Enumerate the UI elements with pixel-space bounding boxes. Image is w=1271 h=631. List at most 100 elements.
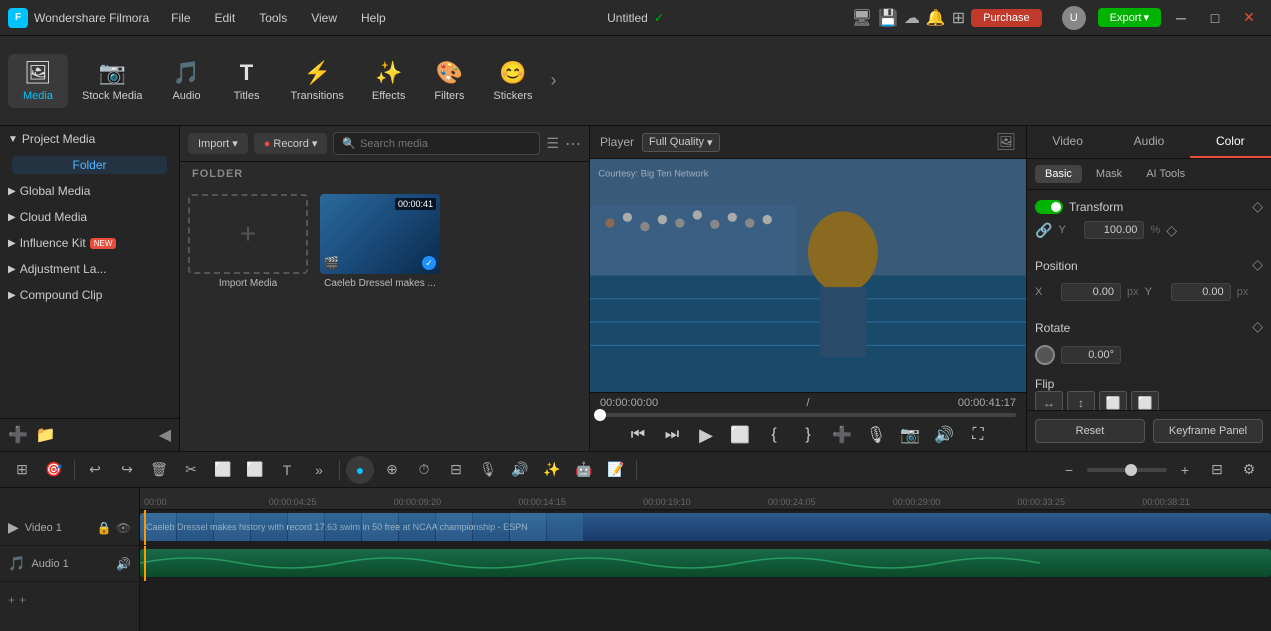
rotate-dial[interactable] (1035, 345, 1055, 365)
cloud-icon[interactable]: ☁ (904, 8, 920, 28)
toolbar-filters[interactable]: 🎨 Filters (419, 54, 479, 108)
zoom-thumb[interactable] (1125, 464, 1137, 476)
preview-progress-thumb[interactable] (594, 409, 606, 421)
audio-button[interactable]: 🔊 (932, 423, 956, 447)
folder-icon[interactable]: 📁 (36, 425, 56, 445)
maximize-button[interactable]: □ (1201, 8, 1229, 28)
minimize-button[interactable]: ─ (1167, 8, 1195, 28)
global-media-section[interactable]: ▶ Global Media (0, 178, 179, 204)
zoom-out-button[interactable]: − (1055, 456, 1083, 484)
adjustment-layers-section[interactable]: ▶ Adjustment La... (0, 256, 179, 282)
toolbar-media[interactable]: 🖼 Media (8, 54, 68, 108)
grid-icon[interactable]: ⊞ (952, 8, 965, 28)
pos-y-value[interactable]: 0.00 (1171, 283, 1231, 301)
tab-audio[interactable]: Audio (1108, 126, 1189, 158)
position-keyframe-icon[interactable]: ◇ (1252, 256, 1263, 273)
toolbar-more-button[interactable]: › (546, 70, 560, 91)
flip-vertical-button[interactable]: ↕ (1067, 391, 1095, 410)
filter-icon[interactable]: ☰ (546, 135, 559, 152)
reset-button[interactable]: Reset (1035, 419, 1145, 443)
caption-button[interactable]: 📝 (602, 456, 630, 484)
voiceover-button[interactable]: 🎙 (864, 423, 888, 447)
audio-timeline-button[interactable]: 🔊 (506, 456, 534, 484)
record-timeline-button[interactable]: 🎙 (474, 456, 502, 484)
out-point-button[interactable]: } (796, 423, 820, 447)
import-placeholder[interactable]: + (188, 194, 308, 274)
toolbar-stickers[interactable]: 😊 Stickers (479, 54, 546, 108)
preview-image-icon[interactable]: 🖼 (996, 132, 1016, 152)
timeline-snap-button[interactable]: ⊞ (8, 456, 36, 484)
compound-clip-section[interactable]: ▶ Compound Clip (0, 282, 179, 308)
transform-keyframe-icon[interactable]: ◇ (1252, 198, 1263, 215)
undo-button[interactable]: ↩ (81, 456, 109, 484)
search-box[interactable]: 🔍 (333, 132, 540, 155)
add-video-track-button[interactable]: + (8, 593, 15, 607)
toolbar-audio[interactable]: 🎵 Audio (157, 54, 217, 108)
redo-button[interactable]: ↪ (113, 456, 141, 484)
snapshot-button[interactable]: 📷 (898, 423, 922, 447)
import-button[interactable]: Import ▾ (188, 133, 248, 154)
influence-kit-section[interactable]: ▶ Influence Kit NEW (0, 230, 179, 256)
y-keyframe-icon[interactable]: ◇ (1166, 222, 1177, 239)
tab-color[interactable]: Color (1190, 126, 1271, 158)
menu-file[interactable]: File (165, 9, 196, 27)
speed-button[interactable]: ⏱ (410, 456, 438, 484)
toolbar-stock-media[interactable]: 📷 Stock Media (68, 54, 157, 108)
more-timeline-button[interactable]: » (305, 456, 333, 484)
audio1-track-row[interactable] (140, 546, 1271, 582)
flip-horizontal-button[interactable]: ↔ (1035, 391, 1063, 410)
crop-button[interactable]: ⬜ (728, 423, 752, 447)
pos-x-value[interactable]: 0.00 (1061, 283, 1121, 301)
menu-edit[interactable]: Edit (209, 9, 242, 27)
rotate-keyframe-icon[interactable]: ◇ (1252, 318, 1263, 335)
toolbar-effects[interactable]: ✨ Effects (358, 54, 419, 108)
video-thumbnail[interactable]: 00:00:41 ✓ 🎬 (320, 194, 440, 274)
layout-button[interactable]: ⊟ (1203, 456, 1231, 484)
delete-button[interactable]: 🗑 (145, 456, 173, 484)
notification-icon[interactable]: 🖥 (852, 8, 872, 28)
crop-timeline-button[interactable]: ⬜ (209, 456, 237, 484)
monitor-icon[interactable]: 💾 (878, 8, 898, 28)
flip-option4-button[interactable]: ⬜ (1131, 391, 1159, 410)
video1-lock-icon[interactable]: 🔒 (97, 521, 112, 535)
collapse-panel-icon[interactable]: ◀ (159, 425, 171, 445)
cloud-media-section[interactable]: ▶ Cloud Media (0, 204, 179, 230)
zoom-slider[interactable] (1087, 468, 1167, 472)
subtab-mask[interactable]: Mask (1086, 165, 1132, 183)
add-folder-icon[interactable]: ➕ (8, 425, 28, 445)
preview-progress-bar[interactable] (600, 413, 1016, 417)
ai-effect-button[interactable]: 🤖 (570, 456, 598, 484)
play-button[interactable]: ▶ (694, 423, 718, 447)
video-media-item[interactable]: 00:00:41 ✓ 🎬 Caeleb Dressel makes ... (320, 194, 440, 443)
flip-option3-button[interactable]: ⬜ (1099, 391, 1127, 410)
video1-track-row[interactable]: Caeleb Dressel makes history with record… (140, 510, 1271, 546)
smart-cutout-button[interactable]: ● (346, 456, 374, 484)
add-audio-track-button[interactable]: + (19, 593, 26, 607)
transform-toggle[interactable] (1035, 200, 1063, 214)
settings-timeline-button[interactable]: ⚙ (1235, 456, 1263, 484)
text-button[interactable]: T (273, 456, 301, 484)
menu-tools[interactable]: Tools (253, 9, 293, 27)
timeline-target-button[interactable]: 🎯 (40, 456, 68, 484)
transform-timeline-button[interactable]: ⬜ (241, 456, 269, 484)
fullscreen-button[interactable]: ⛶ (966, 423, 990, 447)
project-media-section[interactable]: ▼ Project Media (0, 126, 179, 152)
search-input[interactable] (360, 138, 531, 150)
in-point-button[interactable]: { (762, 423, 786, 447)
subtab-ai-tools[interactable]: AI Tools (1136, 165, 1195, 183)
y-value[interactable]: 100.00 (1084, 221, 1144, 239)
video1-eye-icon[interactable]: 👁 (116, 521, 131, 535)
step-back-button[interactable]: ⏭ (660, 423, 684, 447)
skip-back-button[interactable]: ⏮ (626, 423, 650, 447)
toolbar-transitions[interactable]: ⚡ Transitions (277, 54, 358, 108)
user-avatar[interactable]: U (1062, 6, 1086, 30)
tab-video[interactable]: Video (1027, 126, 1108, 158)
more-options-icon[interactable]: ⋯ (565, 134, 581, 154)
toolbar-titles[interactable]: T Titles (217, 54, 277, 108)
folder-item[interactable]: Folder (12, 156, 167, 174)
bell-icon[interactable]: 🔔 (926, 8, 946, 28)
purchase-button[interactable]: Purchase (971, 9, 1041, 27)
audio1-mute-icon[interactable]: 🔊 (116, 557, 131, 571)
menu-view[interactable]: View (305, 9, 343, 27)
effects-timeline-button[interactable]: ✨ (538, 456, 566, 484)
